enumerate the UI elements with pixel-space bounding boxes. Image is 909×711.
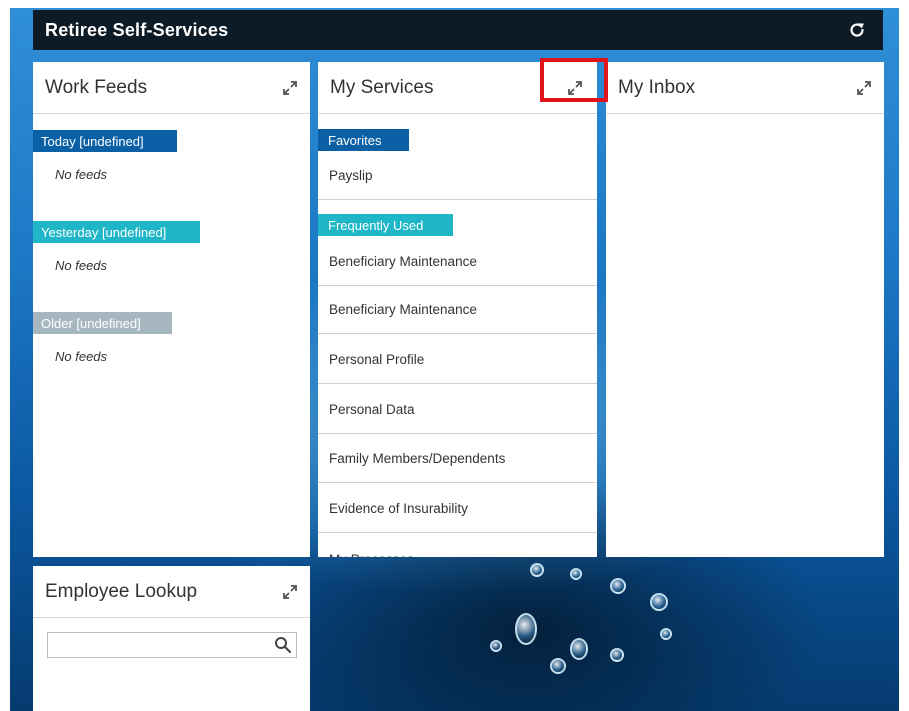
employee-search-input[interactable]: [48, 634, 270, 656]
feed-empty-older: No feeds: [55, 349, 108, 364]
service-item[interactable]: Personal Data: [318, 386, 597, 434]
service-item[interactable]: Personal Profile: [318, 336, 597, 384]
service-item[interactable]: My Processes: [318, 535, 597, 558]
app-header: Retiree Self-Services: [33, 10, 883, 50]
employee-lookup-panel: Employee Lookup: [33, 566, 310, 711]
work-feeds-title: Work Feeds: [45, 76, 148, 98]
expand-icon[interactable]: [280, 582, 300, 602]
highlight-box: [540, 58, 608, 102]
service-item[interactable]: Beneficiary Maintenance: [318, 238, 597, 286]
app-title: Retiree Self-Services: [45, 19, 229, 40]
frequently-used-badge: Frequently Used: [318, 214, 453, 236]
refresh-icon[interactable]: [843, 16, 871, 44]
expand-icon[interactable]: [280, 78, 300, 98]
work-feeds-header: Work Feeds: [33, 62, 310, 114]
service-item[interactable]: Family Members/Dependents: [318, 435, 597, 483]
feed-empty-today: No feeds: [55, 167, 108, 182]
my-services-panel: My Services Favorites Payslip Frequently…: [318, 62, 597, 557]
employee-search-field: [47, 632, 297, 658]
feed-section-yesterday: Yesterday [undefined]: [33, 221, 200, 243]
my-inbox-panel: My Inbox: [606, 62, 884, 557]
feed-section-older: Older [undefined]: [33, 312, 172, 334]
work-feeds-panel: Work Feeds Today [undefined] No feeds Ye…: [33, 62, 310, 557]
my-services-title: My Services: [330, 76, 434, 98]
favorites-badge: Favorites: [318, 129, 409, 151]
employee-lookup-header: Employee Lookup: [33, 566, 310, 618]
search-icon[interactable]: [270, 633, 296, 657]
feed-section-today: Today [undefined]: [33, 130, 177, 152]
service-item[interactable]: Beneficiary Maintenance: [318, 286, 597, 334]
service-item[interactable]: Evidence of Insurability: [318, 485, 597, 533]
employee-lookup-title: Employee Lookup: [45, 580, 198, 602]
my-inbox-title: My Inbox: [618, 76, 696, 98]
service-item-payslip[interactable]: Payslip: [318, 151, 597, 200]
expand-icon[interactable]: [854, 78, 874, 98]
my-inbox-header: My Inbox: [606, 62, 884, 114]
feed-empty-yesterday: No feeds: [55, 258, 108, 273]
